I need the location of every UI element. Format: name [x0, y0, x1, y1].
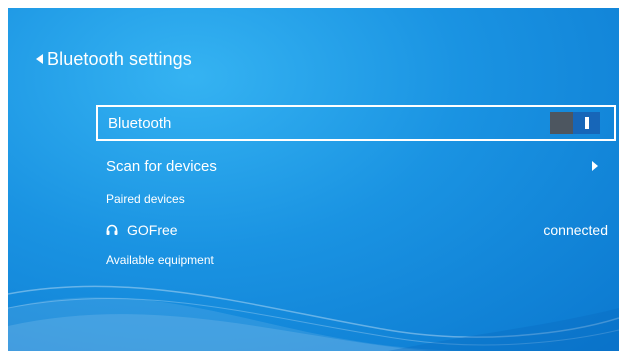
triangle-left-icon: [36, 54, 43, 64]
back-button[interactable]: Bluetooth settings: [36, 47, 192, 71]
available-equipment-heading: Available equipment: [106, 253, 214, 267]
device-status: connected: [543, 222, 608, 238]
triangle-right-icon: [592, 161, 598, 171]
bluetooth-toggle[interactable]: [550, 112, 600, 134]
page-title: Bluetooth settings: [47, 48, 192, 69]
bluetooth-row[interactable]: Bluetooth: [96, 105, 616, 141]
scan-for-devices-row[interactable]: Scan for devices: [96, 151, 616, 181]
bluetooth-label: Bluetooth: [108, 114, 172, 132]
device-name: GOFree: [127, 222, 178, 238]
toggle-on-indicator: [584, 117, 589, 129]
toggle-knob: [573, 112, 600, 134]
scan-for-devices-label: Scan for devices: [106, 157, 217, 175]
device-info: GOFree: [106, 222, 178, 238]
settings-screen: Bluetooth settings Bluetooth Scan for de…: [8, 8, 619, 351]
paired-devices-heading: Paired devices: [106, 192, 185, 206]
headphones-icon: [106, 224, 118, 235]
paired-device-row[interactable]: GOFree connected: [96, 216, 616, 244]
